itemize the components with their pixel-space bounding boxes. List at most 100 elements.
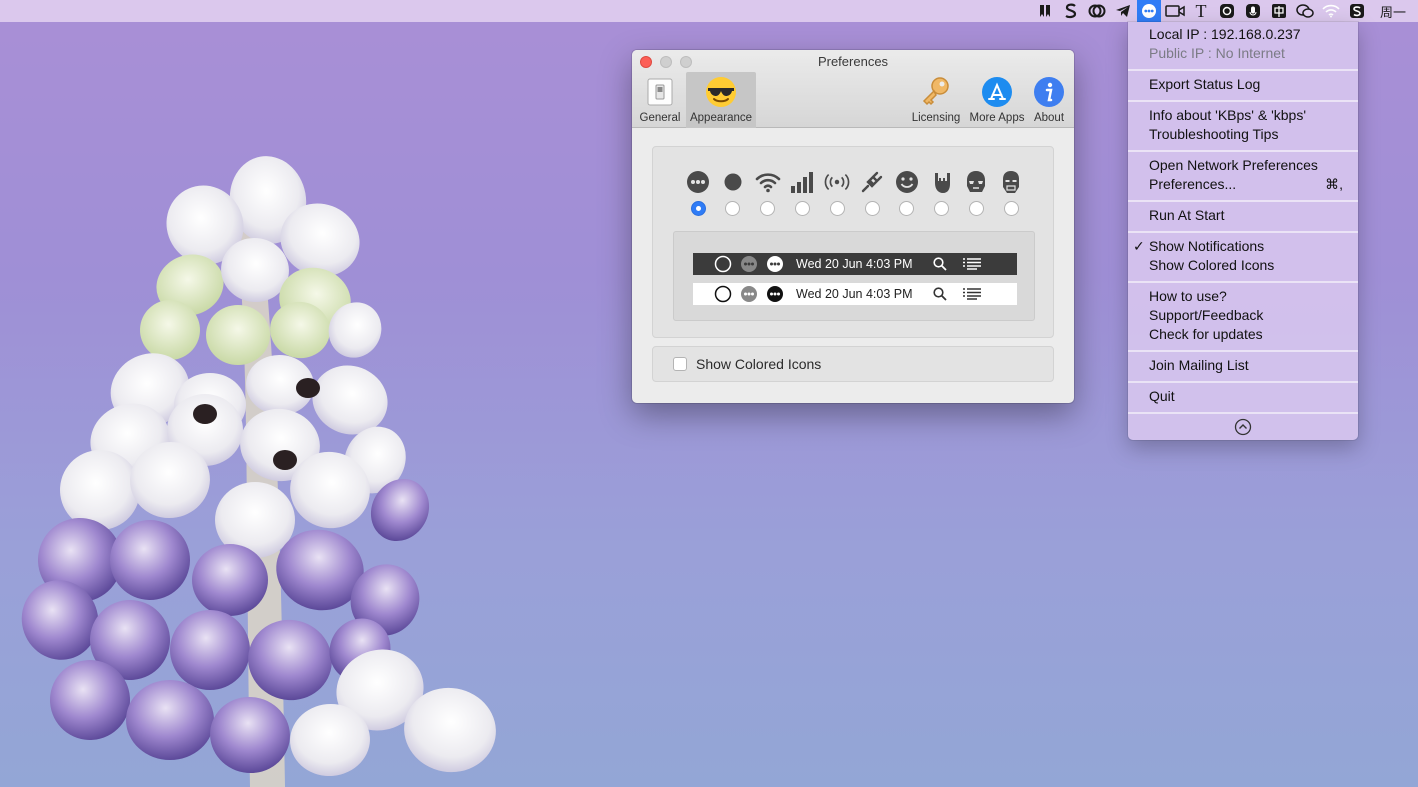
creative-cloud-icon[interactable] <box>1085 0 1109 22</box>
icon-style-radio[interactable] <box>760 201 776 216</box>
troubleshooting-tips-item[interactable]: Troubleshooting Tips <box>1128 125 1358 144</box>
icon-style-option-iron-man[interactable] <box>996 169 1026 216</box>
dots-face-gray-icon <box>740 285 758 303</box>
icon-style-radio[interactable] <box>829 201 845 216</box>
icon-style-radio[interactable] <box>968 201 984 216</box>
broadcast-icon <box>824 169 850 195</box>
icon-style-option-broadcast[interactable] <box>822 169 852 216</box>
tab-about[interactable]: About <box>1030 72 1068 128</box>
menu-separator <box>1128 281 1358 283</box>
microphone-app-icon[interactable] <box>1241 0 1265 22</box>
icon-style-option-dots-face[interactable] <box>683 169 713 216</box>
tab-more-apps[interactable]: More Apps <box>966 72 1028 128</box>
dark-menubar-preview: Wed 20 Jun 4:03 PM <box>693 253 1017 275</box>
menu-separator <box>1128 100 1358 102</box>
menu-separator <box>1128 231 1358 233</box>
telegram-icon[interactable] <box>1111 0 1135 22</box>
icon-style-option-plug[interactable] <box>857 169 887 216</box>
dots-face-icon <box>685 169 711 195</box>
dark-preview-time: Wed 20 Jun 4:03 PM <box>796 257 913 271</box>
tab-more-apps-label: More Apps <box>969 112 1025 124</box>
run-at-start-item[interactable]: Run At Start <box>1128 206 1358 225</box>
menu-bar: T 周一 <box>0 0 1418 22</box>
scrivener-s-icon[interactable] <box>1059 0 1083 22</box>
icon-style-option-signal-bars[interactable] <box>787 169 817 216</box>
show-colored-icons-label[interactable]: Show Colored Icons <box>696 356 821 372</box>
solid-circle-icon <box>720 169 746 195</box>
dots-face-black-icon <box>766 285 784 303</box>
support-feedback-item[interactable]: Support/Feedback <box>1128 306 1358 325</box>
check-for-updates-item[interactable]: Check for updates <box>1128 325 1358 344</box>
menu-separator <box>1128 350 1358 352</box>
wifi-icon <box>755 169 781 195</box>
icon-style-radio[interactable] <box>1003 201 1019 216</box>
info-kbps-item[interactable]: Info about 'KBps' & 'kbps' <box>1128 106 1358 125</box>
preferences-item[interactable]: Preferences... ⌘, <box>1128 175 1358 194</box>
sunglasses-emoji-icon <box>705 76 737 108</box>
light-menubar-preview: Wed 20 Jun 4:03 PM <box>693 283 1017 305</box>
rock-hand-icon <box>929 169 955 195</box>
text-t-icon[interactable]: T <box>1189 0 1213 22</box>
show-notifications-label: Show Notifications <box>1149 238 1265 254</box>
icon-style-radio[interactable] <box>794 201 810 216</box>
export-status-log-item[interactable]: Export Status Log <box>1128 75 1358 94</box>
light-switch-icon <box>644 76 676 108</box>
flower-center <box>296 378 320 398</box>
join-mailing-list-item[interactable]: Join Mailing List <box>1128 356 1358 375</box>
icon-style-radio[interactable] <box>934 201 950 216</box>
icon-style-option-solid-circle[interactable] <box>718 169 748 216</box>
menu-bar-clock[interactable]: 周一 <box>1370 2 1414 21</box>
dots-face-gray-icon <box>740 255 758 273</box>
icon-style-radio[interactable] <box>899 201 915 216</box>
show-colored-icons-checkbox[interactable] <box>673 357 687 371</box>
signal-bars-icon <box>789 169 815 195</box>
input-method-icon[interactable] <box>1267 0 1291 22</box>
stormtrooper-icon <box>963 169 989 195</box>
key-icon <box>920 76 952 108</box>
flower-floret <box>126 680 214 760</box>
preferences-shortcut: ⌘, <box>1325 176 1343 192</box>
iron-man-icon <box>998 169 1024 195</box>
show-colored-icons-item[interactable]: Show Colored Icons <box>1128 256 1358 275</box>
network-status-icon[interactable] <box>1136 0 1161 22</box>
show-notifications-item[interactable]: ✓ Show Notifications <box>1128 237 1358 256</box>
menu-separator <box>1128 69 1358 71</box>
preferences-item-label: Preferences... <box>1149 176 1237 192</box>
chevron-up-circle-icon <box>1234 418 1252 436</box>
how-to-use-item[interactable]: How to use? <box>1128 287 1358 306</box>
scrivener-app-icon[interactable] <box>1345 0 1369 22</box>
flower-floret <box>206 305 270 365</box>
wechat-icon[interactable] <box>1293 0 1317 22</box>
notification-list-icon <box>962 258 981 270</box>
ip-info-section: Local IP : 192.168.0.237 Public IP : No … <box>1128 25 1358 63</box>
open-network-preferences-item[interactable]: Open Network Preferences <box>1128 156 1358 175</box>
quit-item[interactable]: Quit <box>1128 387 1358 406</box>
bookmark-icon[interactable] <box>1033 0 1057 22</box>
tab-general[interactable]: General <box>636 72 684 128</box>
facetime-icon[interactable] <box>1163 0 1187 22</box>
icon-style-option-wifi[interactable] <box>753 169 783 216</box>
spotlight-search-icon <box>932 257 947 271</box>
notification-list-icon <box>962 288 981 300</box>
window-title: Preferences <box>817 54 889 69</box>
show-colored-icons-row[interactable]: Show Colored Icons <box>652 346 1054 382</box>
scroll-up-button[interactable] <box>1128 414 1358 440</box>
camera-app-icon[interactable] <box>1215 0 1239 22</box>
checkmark-icon: ✓ <box>1133 238 1145 254</box>
tab-licensing[interactable]: Licensing <box>908 72 964 128</box>
icon-style-radio[interactable] <box>690 201 706 216</box>
preferences-toolbar: Preferences General Appearance Licensing… <box>632 50 1074 128</box>
icon-style-radio[interactable] <box>864 201 880 216</box>
flower-center <box>273 450 297 470</box>
icon-style-option-stormtrooper[interactable] <box>961 169 991 216</box>
tab-appearance[interactable]: Appearance <box>686 72 756 128</box>
menu-separator <box>1128 150 1358 152</box>
icon-style-radio[interactable] <box>725 201 741 216</box>
icon-style-options <box>683 169 1028 216</box>
smiley-icon <box>894 169 920 195</box>
flower-floret <box>110 520 190 600</box>
wifi-icon[interactable] <box>1319 0 1343 22</box>
circle-outline-icon <box>714 285 732 303</box>
icon-style-option-smiley[interactable] <box>892 169 922 216</box>
icon-style-option-rock-hand[interactable] <box>927 169 957 216</box>
